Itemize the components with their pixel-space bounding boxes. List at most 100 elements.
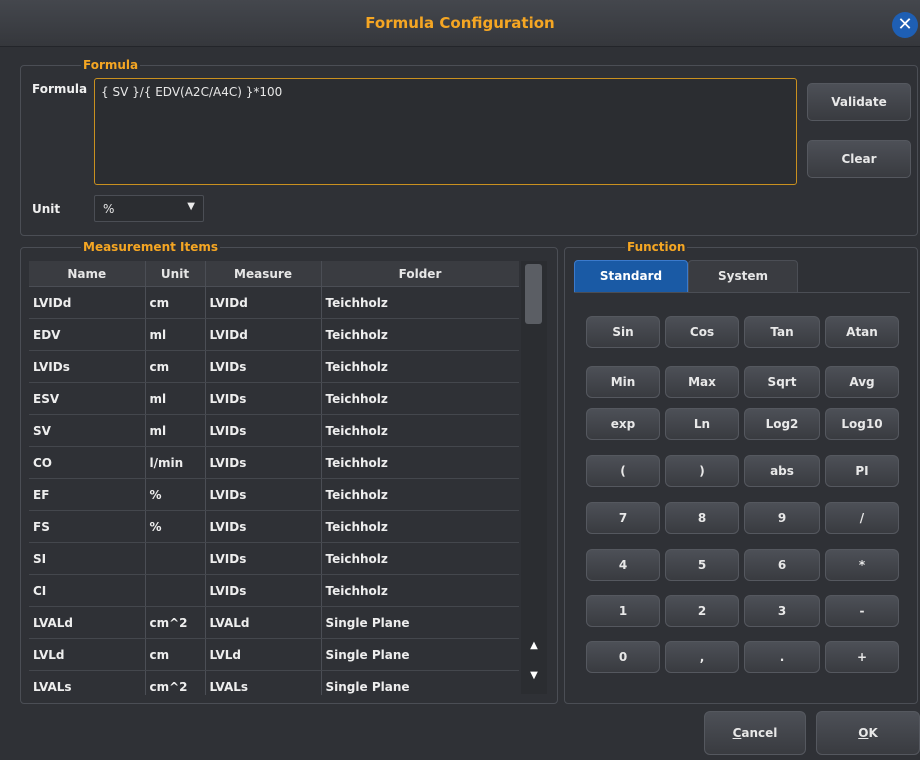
key-button-5-2[interactable]: 6 (744, 549, 820, 581)
key-button-5-0[interactable]: 4 (586, 549, 660, 581)
table-row[interactable]: EF% LVIDs Teichholz (29, 478, 519, 511)
scroll-down-icon[interactable]: ▼ (524, 661, 544, 691)
cell-folder: Teichholz (321, 478, 519, 511)
cell-name: LVALd (29, 606, 146, 639)
formula-input[interactable]: { SV }/{ EDV(A2C/A4C) }*100 (94, 78, 797, 185)
key-button-7-1[interactable]: , (665, 641, 739, 673)
cell-unit: cm (145, 350, 206, 383)
dropdown-arrow-icon: ▼ (187, 201, 195, 212)
key-button-7-3[interactable]: + (825, 641, 899, 673)
cell-measure: LVIDs (205, 478, 322, 511)
key-button-3-3[interactable]: PI (825, 455, 899, 487)
key-button-6-1[interactable]: 2 (665, 595, 739, 627)
cell-measure: LVIDs (205, 414, 322, 447)
cell-folder: Teichholz (321, 382, 519, 415)
tab-standard[interactable]: Standard (574, 260, 688, 293)
cell-measure: LVIDd (205, 318, 322, 351)
key-button-4-3[interactable]: / (825, 502, 899, 534)
cell-measure: LVIDs (205, 446, 322, 479)
key-button-4-0[interactable]: 7 (586, 502, 660, 534)
formula-text: { SV }/{ EDV(A2C/A4C) }*100 (101, 85, 283, 99)
cell-unit: cm^2 (145, 606, 206, 639)
validate-button[interactable]: Validate (807, 83, 911, 121)
table-row[interactable]: ESV ml LVIDs Teichholz (29, 382, 519, 415)
table-row[interactable]: LVALd cm^2 LVALd Single Plane (29, 606, 519, 639)
scrollbar-thumb[interactable] (525, 264, 542, 324)
key-button-2-1[interactable]: Ln (665, 408, 739, 440)
key-button-2-0[interactable]: exp (586, 408, 660, 440)
cell-name: FS (29, 510, 146, 543)
cell-measure: LVALd (205, 606, 322, 639)
column-header-name[interactable]: Name (29, 261, 146, 287)
dialog-title: Formula Configuration (365, 14, 555, 32)
table-row[interactable]: LVIDd cm LVIDd Teichholz (29, 286, 519, 319)
cancel-button[interactable]: Cancel (704, 711, 806, 755)
table-row[interactable]: EDV ml LVIDd Teichholz (29, 318, 519, 351)
key-button-3-0[interactable]: ( (586, 455, 660, 487)
measurement-items-title: Measurement Items (83, 240, 219, 254)
cell-unit: cm^2 (145, 670, 206, 695)
key-button-1-3[interactable]: Avg (825, 366, 899, 398)
key-button-3-1[interactable]: ) (665, 455, 739, 487)
cell-name: ESV (29, 382, 146, 415)
formula-group-title: Formula (83, 58, 139, 72)
table-row[interactable]: LVLd cm LVLd Single Plane (29, 638, 519, 671)
close-icon[interactable]: ✕ (892, 12, 918, 38)
key-button-0-3[interactable]: Atan (825, 316, 899, 348)
key-button-1-1[interactable]: Max (665, 366, 739, 398)
table-row[interactable]: SI LVIDs Teichholz (29, 542, 519, 575)
clear-button[interactable]: Clear (807, 140, 911, 178)
key-button-2-2[interactable]: Log2 (744, 408, 820, 440)
key-button-1-2[interactable]: Sqrt (744, 366, 820, 398)
key-button-0-1[interactable]: Cos (665, 316, 739, 348)
key-button-3-2[interactable]: abs (744, 455, 820, 487)
key-button-7-0[interactable]: 0 (586, 641, 660, 673)
cell-unit: % (145, 478, 206, 511)
cell-name: CI (29, 574, 146, 607)
cell-folder: Teichholz (321, 414, 519, 447)
key-button-2-3[interactable]: Log10 (825, 408, 899, 440)
tab-system[interactable]: System (688, 260, 798, 293)
key-button-6-0[interactable]: 1 (586, 595, 660, 627)
column-header-unit[interactable]: Unit (145, 261, 206, 287)
cell-unit: ml (145, 382, 206, 415)
key-button-6-3[interactable]: - (825, 595, 899, 627)
key-button-5-3[interactable]: * (825, 549, 899, 581)
key-button-6-2[interactable]: 3 (744, 595, 820, 627)
table-row[interactable]: LVIDs cm LVIDs Teichholz (29, 350, 519, 383)
ok-button[interactable]: OK (816, 711, 920, 755)
table-row[interactable]: SV ml LVIDs Teichholz (29, 414, 519, 447)
key-button-1-0[interactable]: Min (586, 366, 660, 398)
scroll-up-icon[interactable]: ▲ (524, 631, 544, 661)
cell-name: LVALs (29, 670, 146, 695)
column-header-folder[interactable]: Folder (321, 261, 519, 287)
unit-selected-value: % (103, 202, 115, 216)
cell-unit: cm (145, 286, 206, 319)
cell-name: LVIDd (29, 286, 146, 319)
cell-folder: Teichholz (321, 446, 519, 479)
cell-measure: LVIDs (205, 382, 322, 415)
table-row[interactable]: FS% LVIDs Teichholz (29, 510, 519, 543)
key-button-4-1[interactable]: 8 (665, 502, 739, 534)
key-button-5-1[interactable]: 5 (665, 549, 739, 581)
key-button-0-2[interactable]: Tan (744, 316, 820, 348)
table-scrollbar[interactable]: ▲ ▼ (521, 261, 547, 694)
key-button-4-2[interactable]: 9 (744, 502, 820, 534)
table-row[interactable]: LVALs cm^2 LVALs Single Plane (29, 670, 519, 695)
cell-unit: cm (145, 638, 206, 671)
measurement-table: Name Unit Measure Folder LVIDd cm LVIDd Tei… (29, 261, 519, 695)
key-button-0-0[interactable]: Sin (586, 316, 660, 348)
function-group-title: Function (627, 240, 686, 254)
key-button-7-2[interactable]: . (744, 641, 820, 673)
unit-label: Unit (32, 202, 61, 216)
cell-name: CO (29, 446, 146, 479)
column-header-measure[interactable]: Measure (205, 261, 322, 287)
cell-folder: Single Plane (321, 638, 519, 671)
cell-unit: % (145, 510, 206, 543)
table-row[interactable]: CI LVIDs Teichholz (29, 574, 519, 607)
cell-folder: Single Plane (321, 606, 519, 639)
cell-name: SI (29, 542, 146, 575)
cell-name: LVLd (29, 638, 146, 671)
unit-dropdown[interactable]: % ▼ (94, 195, 204, 222)
table-row[interactable]: CO l/min LVIDs Teichholz (29, 446, 519, 479)
